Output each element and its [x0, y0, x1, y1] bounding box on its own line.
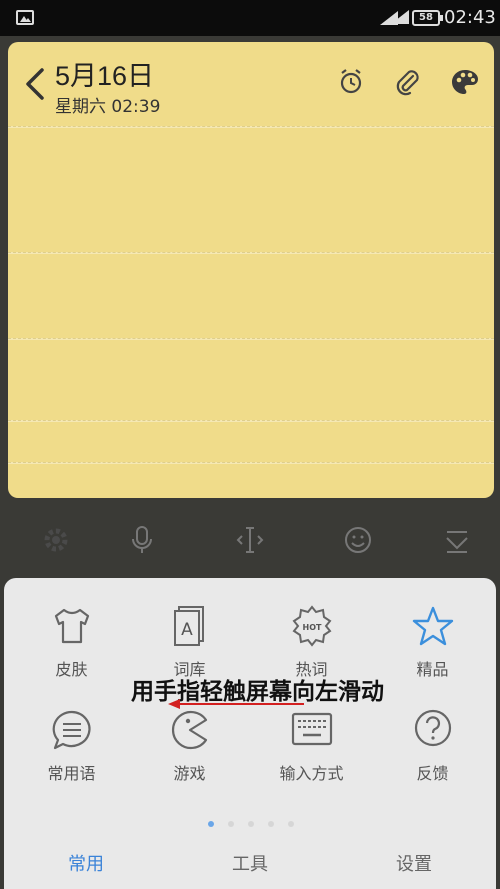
- note-subtitle: 星期六 02:39: [55, 97, 161, 117]
- star-icon: [412, 606, 454, 646]
- image-icon: [16, 10, 34, 25]
- battery-level: 58: [419, 12, 433, 23]
- hot-badge-icon: HOT: [292, 605, 332, 647]
- page-dot: [268, 821, 274, 827]
- tab-common[interactable]: 常用: [4, 850, 168, 876]
- page-dot: [228, 821, 234, 827]
- settings-icon[interactable]: [40, 524, 72, 556]
- panel-item-label: 输入方式: [279, 764, 344, 783]
- wifi-icon: [391, 10, 409, 24]
- panel-item-label: 皮肤: [55, 660, 88, 679]
- dictionary-icon: A: [174, 606, 204, 646]
- emoji-icon[interactable]: [342, 524, 374, 556]
- page-dot: [208, 821, 214, 827]
- pacman-icon: [171, 710, 208, 750]
- shirt-icon: [54, 608, 90, 644]
- page-dot: [288, 821, 294, 827]
- note-line: [8, 462, 494, 464]
- note-title: 5月16日: [55, 61, 155, 91]
- keyboard-toolbar: [0, 510, 500, 572]
- keyboard-hide-icon[interactable]: [441, 524, 473, 556]
- back-arrow-icon[interactable]: [20, 64, 50, 104]
- note-header: 5月16日 星期六 02:39: [8, 42, 494, 122]
- panel-item-skin[interactable]: 皮肤: [10, 604, 133, 704]
- note-line: [8, 338, 494, 340]
- swipe-left-arrow-icon: [168, 699, 304, 709]
- page-dot: [248, 821, 254, 827]
- panel-item-label: 常用语: [47, 764, 96, 783]
- chat-lines-icon: [52, 710, 91, 750]
- svg-text:A: A: [181, 620, 193, 640]
- status-bar: 58 02:43: [0, 0, 500, 36]
- question-icon: [414, 709, 452, 747]
- note-line: [8, 252, 494, 254]
- attachment-icon[interactable]: [393, 68, 421, 96]
- panel-tabs: 常用 工具 设置: [4, 840, 496, 889]
- panel-item-phrases[interactable]: 常用语: [10, 708, 133, 808]
- cursor-move-icon[interactable]: [234, 524, 266, 556]
- panel-item-premium[interactable]: 精品: [371, 604, 494, 704]
- microphone-icon[interactable]: [126, 524, 158, 556]
- palette-icon[interactable]: [451, 68, 479, 96]
- page-indicator: [204, 821, 304, 831]
- note-line: [8, 126, 494, 128]
- panel-item-label: 反馈: [416, 764, 449, 783]
- battery-icon: 58: [412, 10, 443, 26]
- keyboard-icon: [291, 712, 333, 746]
- alarm-icon[interactable]: [337, 68, 365, 96]
- function-panel: 皮肤 A 词库 HOT 热词 精品 常用语 游戏 输入方式 反馈 常用 工具 设…: [4, 578, 496, 889]
- panel-item-games[interactable]: 游戏: [128, 708, 251, 808]
- note-card[interactable]: 5月16日 星期六 02:39: [8, 42, 494, 498]
- panel-item-feedback[interactable]: 反馈: [371, 708, 494, 808]
- panel-item-label: 精品: [416, 660, 449, 679]
- svg-text:HOT: HOT: [303, 623, 322, 632]
- panel-item-label: 游戏: [173, 764, 206, 783]
- note-line: [8, 420, 494, 422]
- tab-settings[interactable]: 设置: [332, 850, 496, 876]
- status-time: 02:43: [444, 7, 496, 28]
- panel-item-input-method[interactable]: 输入方式: [250, 708, 373, 808]
- tab-tools[interactable]: 工具: [168, 850, 332, 876]
